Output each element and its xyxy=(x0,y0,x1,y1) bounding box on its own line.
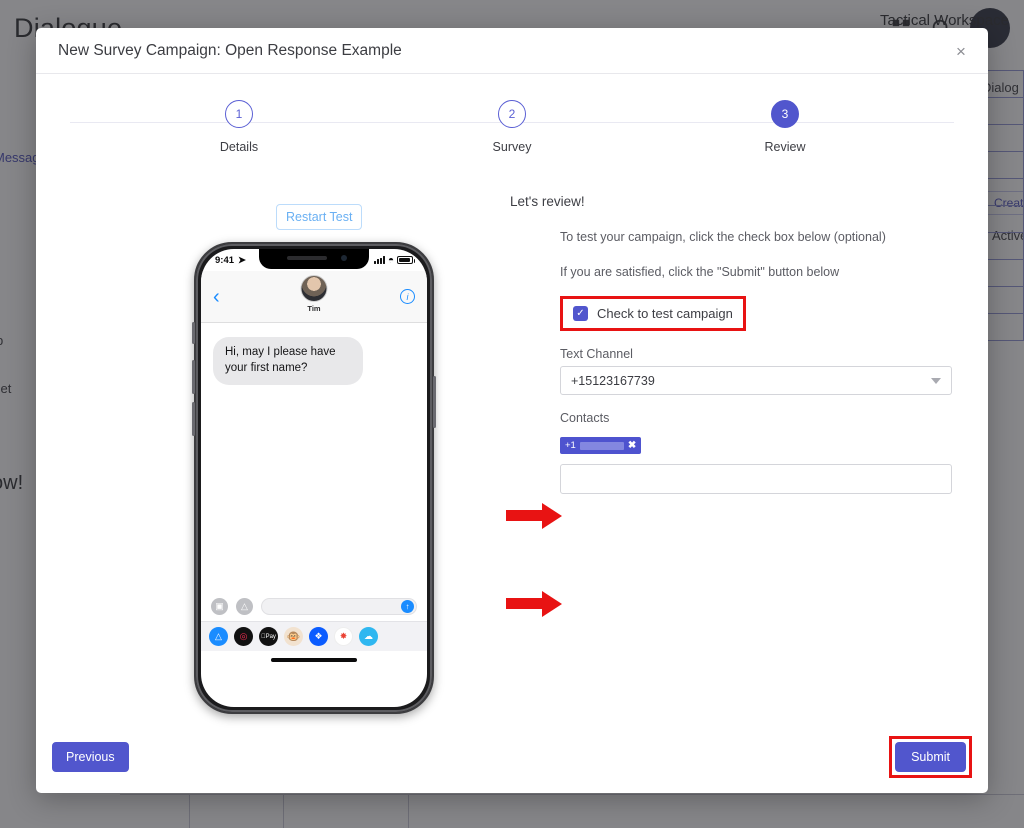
dialog-body: Restart Test 9:41 ➤ ◓ ‹ Tim i Hi, may I … xyxy=(36,166,988,746)
step-survey[interactable]: 2 Survey xyxy=(457,100,567,154)
imessage-app-drawer: △ ◎ Pay 🐵 ❖ ✸ ☁ xyxy=(201,621,427,651)
dialog-title: New Survey Campaign: Open Response Examp… xyxy=(58,41,402,59)
review-instruction-1: To test your campaign, click the check b… xyxy=(560,230,886,244)
chat-nav-bar: ‹ Tim i xyxy=(201,271,427,323)
back-icon[interactable]: ‹ xyxy=(213,287,220,307)
activity-rings-icon[interactable]: ◎ xyxy=(234,627,253,646)
step-review[interactable]: 3 Review xyxy=(730,100,840,154)
step-label: Survey xyxy=(492,140,532,154)
phone-volume-up-button xyxy=(192,360,195,394)
phone-volume-down-button xyxy=(192,402,195,436)
submit-button[interactable]: Submit xyxy=(895,742,966,772)
location-arrow-icon: ➤ xyxy=(238,254,246,266)
test-campaign-checkbox-group[interactable]: ✓ Check to test campaign xyxy=(560,296,746,331)
new-survey-campaign-dialog: New Survey Campaign: Open Response Examp… xyxy=(36,28,988,793)
remove-contact-icon[interactable]: ✖ xyxy=(628,440,636,451)
text-channel-label: Text Channel xyxy=(560,347,633,361)
dialog-header: New Survey Campaign: Open Response Examp… xyxy=(36,28,988,74)
imessage-input[interactable]: ↑ xyxy=(261,597,417,615)
front-camera-icon xyxy=(341,255,347,261)
submit-button-annotation: Submit xyxy=(889,736,972,778)
review-instruction-2: If you are satisfied, click the "Submit"… xyxy=(560,265,840,279)
review-heading: Let's review! xyxy=(510,194,585,209)
contact-chip-prefix: +1 xyxy=(565,440,576,451)
send-arrow-icon[interactable]: ↑ xyxy=(401,599,414,613)
app-store-icon[interactable]: △ xyxy=(236,597,253,615)
google-photos-icon[interactable]: ✸ xyxy=(334,627,353,646)
dialog-footer: Previous Submit xyxy=(36,721,988,793)
memoji-icon[interactable]: 🐵 xyxy=(284,627,303,646)
home-indicator xyxy=(271,658,357,662)
restart-test-button[interactable]: Restart Test xyxy=(276,204,363,230)
home-indicator-area xyxy=(201,651,427,669)
wizard-stepper: 1 Details 2 Survey 3 Review xyxy=(54,100,970,166)
text-channel-select[interactable]: +15123167739 xyxy=(560,366,952,395)
step-label: Details xyxy=(219,140,259,154)
onedrive-icon[interactable]: ☁ xyxy=(359,627,378,646)
imessage-compose-row: ▣ △ ↑ xyxy=(201,591,427,621)
close-icon[interactable]: × xyxy=(950,40,972,62)
apple-pay-icon[interactable]: Pay xyxy=(259,627,278,646)
camera-icon[interactable]: ▣ xyxy=(211,597,228,615)
chat-contact[interactable]: Tim xyxy=(300,275,328,313)
battery-icon xyxy=(397,256,415,264)
contact-chip[interactable]: +1 ✖ xyxy=(560,437,642,454)
step-number: 3 xyxy=(771,100,799,128)
contact-name: Tim xyxy=(307,304,321,313)
status-time: 9:41 xyxy=(215,254,235,266)
chat-messages: Hi, may I please have your first name? xyxy=(201,323,427,591)
phone-notch xyxy=(259,249,369,269)
contacts-label: Contacts xyxy=(560,411,610,425)
message-bubble: Hi, may I please have your first name? xyxy=(213,337,363,385)
step-details[interactable]: 1 Details xyxy=(184,100,294,154)
previous-button[interactable]: Previous xyxy=(52,742,129,772)
contact-avatar xyxy=(300,275,328,302)
phone-screen: 9:41 ➤ ◓ ‹ Tim i Hi, may I please have y… xyxy=(201,249,427,707)
earpiece-speaker xyxy=(287,256,327,260)
contact-chip-redacted-number xyxy=(579,441,624,450)
review-panel: Let's review! To test your campaign, cli… xyxy=(496,166,988,746)
test-campaign-checkbox[interactable]: ✓ xyxy=(573,306,588,321)
phone-power-button xyxy=(433,376,436,428)
signal-icon xyxy=(373,256,385,264)
campaign-preview-panel: Restart Test 9:41 ➤ ◓ ‹ Tim i Hi, may I … xyxy=(36,166,496,746)
dropbox-icon[interactable]: ❖ xyxy=(309,627,328,646)
chevron-down-icon[interactable] xyxy=(931,378,941,384)
phone-mute-switch xyxy=(192,322,195,344)
test-campaign-checkbox-label: Check to test campaign xyxy=(597,306,733,321)
step-number: 1 xyxy=(225,100,253,128)
info-icon[interactable]: i xyxy=(400,289,415,304)
app-store-icon[interactable]: △ xyxy=(209,627,228,646)
wifi-icon: ◓ xyxy=(387,254,394,266)
text-channel-value: +15123167739 xyxy=(571,373,655,388)
step-label: Review xyxy=(764,140,806,154)
contacts-input[interactable] xyxy=(560,464,952,494)
phone-mockup: 9:41 ➤ ◓ ‹ Tim i Hi, may I please have y… xyxy=(192,242,436,714)
step-number: 2 xyxy=(498,100,526,128)
